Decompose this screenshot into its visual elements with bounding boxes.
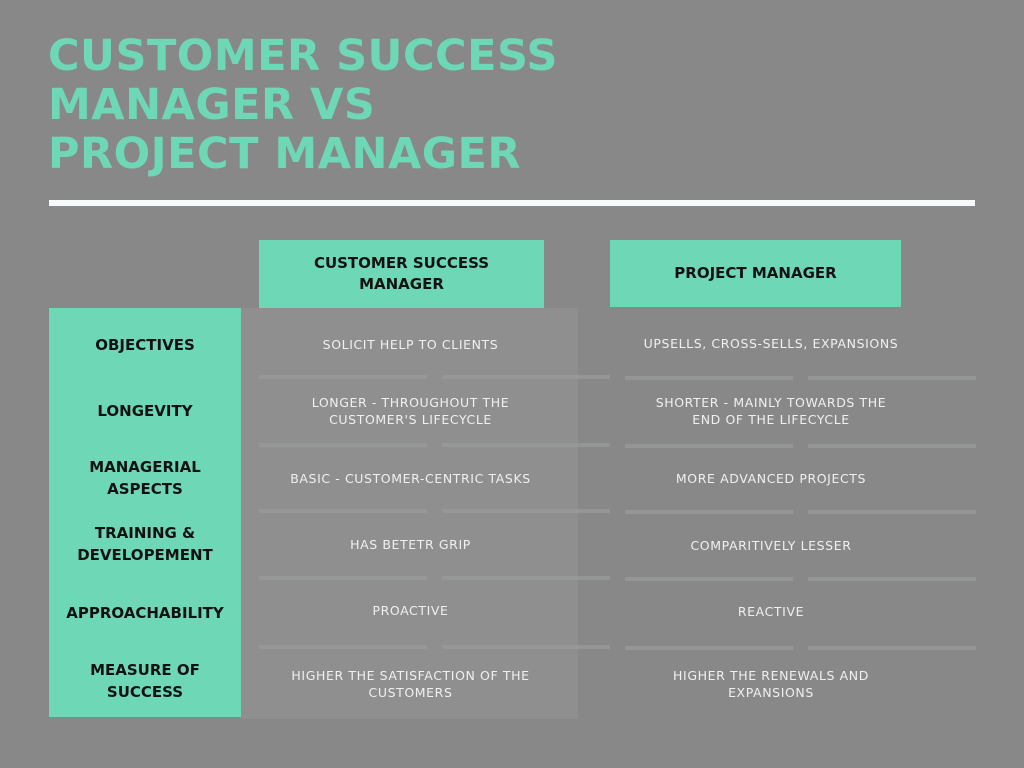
cell-csm-approachability: PROACTIVE [258, 596, 563, 624]
cell-csm-managerial-aspects: BASIC - CUSTOMER-CENTRIC TASKS [258, 464, 563, 492]
separator [442, 645, 610, 649]
cell-pm-managerial-aspects: MORE ADVANCED PROJECTS [626, 464, 916, 492]
column-header-pm: PROJECT MANAGER [610, 240, 901, 307]
row-label-training-development: TRAINING & DEVELOPEMENT [49, 521, 241, 567]
title-line-1: CUSTOMER SUCCESS [48, 31, 558, 81]
column-header-csm: CUSTOMER SUCCESS MANAGER [259, 240, 544, 308]
separator [442, 375, 610, 379]
cell-pm-objectives: UPSELLS, CROSS-SELLS, EXPANSIONS [626, 329, 916, 357]
separator [625, 510, 793, 514]
cell-csm-objectives: SOLICIT HELP TO CLIENTS [258, 330, 563, 358]
separator [808, 444, 976, 448]
separator [442, 509, 610, 513]
cell-text: SHORTER - MAINLY TOWARDS THE END OF THE … [655, 395, 887, 427]
separator [442, 576, 610, 580]
separator [625, 444, 793, 448]
row-label-managerial-aspects: MANAGERIAL ASPECTS [49, 455, 241, 501]
cell-pm-measure-of-success: HIGHER THE RENEWALS AND EXPANSIONS [626, 666, 916, 702]
separator [625, 376, 793, 380]
title-line-3: PROJECT MANAGER [48, 129, 522, 179]
row-label-text: LONGEVITY [97, 402, 193, 420]
separator [442, 443, 610, 447]
separator [808, 376, 976, 380]
csm-column-panel [241, 308, 578, 719]
separator [259, 509, 427, 513]
row-label-longevity: LONGEVITY [49, 388, 241, 434]
separator [259, 645, 427, 649]
row-label-text: MEASURE OF SUCCESS [90, 661, 200, 701]
row-label-approachability: APPROACHABILITY [49, 590, 241, 636]
cell-pm-training-development: COMPARITIVELY LESSER [626, 531, 916, 559]
separator [808, 577, 976, 581]
separator [625, 646, 793, 650]
cell-text: HAS BETETR GRIP [350, 536, 471, 552]
cell-text: UPSELLS, CROSS-SELLS, EXPANSIONS [643, 335, 899, 351]
separator [259, 576, 427, 580]
cell-csm-longevity: LONGER - THROUGHOUT THE CUSTOMER'S LIFEC… [258, 393, 563, 429]
row-label-measure-of-success: MEASURE OF SUCCESS [49, 658, 241, 704]
title-divider [49, 200, 975, 206]
row-label-column [49, 308, 241, 717]
title-line-2: MANAGER VS [48, 80, 376, 130]
cell-text: BASIC - CUSTOMER-CENTRIC TASKS [290, 470, 531, 486]
cell-text: COMPARITIVELY LESSER [690, 537, 852, 553]
cell-pm-approachability: REACTIVE [626, 597, 916, 625]
cell-text: LONGER - THROUGHOUT THE CUSTOMER'S LIFEC… [311, 395, 510, 427]
page-title: CUSTOMER SUCCESS MANAGER VS PROJECT MANA… [48, 32, 558, 179]
separator [625, 577, 793, 581]
cell-text: SOLICIT HELP TO CLIENTS [322, 336, 499, 352]
separator [808, 646, 976, 650]
separator [259, 375, 427, 379]
cell-text: HIGHER THE RENEWALS AND EXPANSIONS [673, 668, 869, 700]
cell-text: PROACTIVE [372, 602, 449, 618]
row-label-text: OBJECTIVES [95, 336, 195, 354]
row-label-text: TRAINING & DEVELOPEMENT [77, 524, 213, 564]
row-label-objectives: OBJECTIVES [49, 322, 241, 368]
row-label-text: MANAGERIAL ASPECTS [89, 458, 201, 498]
cell-pm-longevity: SHORTER - MAINLY TOWARDS THE END OF THE … [626, 393, 916, 429]
cell-text: MORE ADVANCED PROJECTS [675, 470, 867, 486]
column-header-csm-text: CUSTOMER SUCCESS MANAGER [313, 254, 490, 293]
separator [808, 510, 976, 514]
separator [259, 443, 427, 447]
cell-text: REACTIVE [737, 603, 805, 619]
column-header-pm-text: PROJECT MANAGER [674, 264, 837, 282]
row-label-text: APPROACHABILITY [66, 604, 224, 622]
cell-csm-measure-of-success: HIGHER THE SATISFACTION OF THE CUSTOMERS [258, 666, 563, 702]
cell-text: HIGHER THE SATISFACTION OF THE CUSTOMERS [291, 668, 530, 700]
cell-csm-training-development: HAS BETETR GRIP [258, 530, 563, 558]
